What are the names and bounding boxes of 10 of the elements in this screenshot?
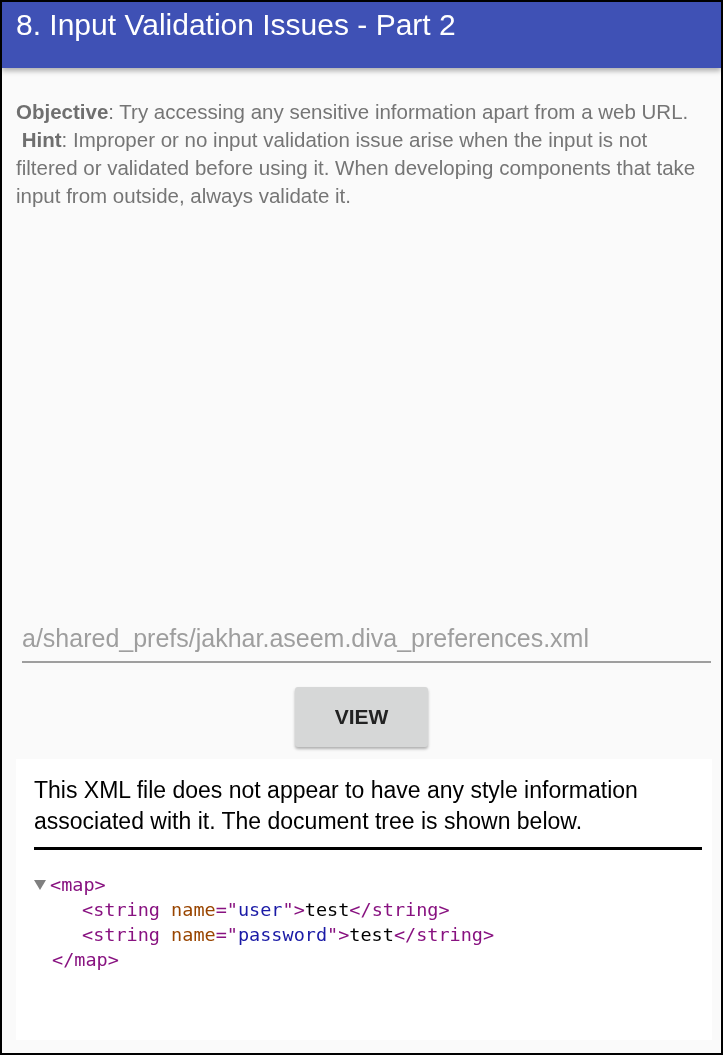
hint-text: Hint: Improper or no input validation issue arise when the input is not filtered or validated before using it. When developing components that take input from outside, always validate it.	[16, 127, 697, 209]
xml-element-line: <string name="password">test</string>	[81, 923, 495, 947]
view-button[interactable]: VIEW	[295, 687, 428, 747]
xml-close-tag: </map>	[34, 947, 119, 972]
xml-open-tag: <map>	[50, 872, 106, 897]
disclosure-triangle-icon[interactable]	[34, 879, 46, 890]
xml-element-line: <string name="user">test</string>	[81, 898, 450, 922]
xml-notice-text: This XML file does not appear to have any style information associated with it. The document tree is shown below.	[34, 775, 702, 850]
screen-title: 8. Input Validation Issues - Part 2	[16, 7, 456, 42]
objective-text: Objective: Try accessing any sensitive information apart from a web URL.	[16, 99, 690, 125]
